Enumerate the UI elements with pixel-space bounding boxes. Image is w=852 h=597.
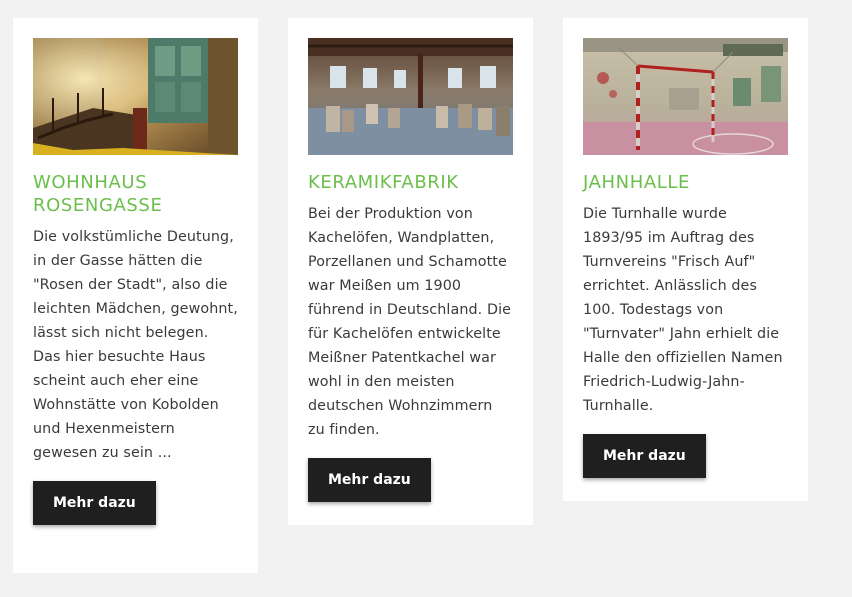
article-card: Keramikfabrik Bei der Produktion von Kac… [288, 18, 533, 525]
card-image[interactable] [308, 38, 513, 155]
card-description: Die volkstümliche Deutung, in der Gasse … [33, 229, 238, 461]
card-title: Keramikfabrik [308, 172, 459, 193]
card-title: Jahnhalle [583, 172, 690, 193]
more-button[interactable]: Mehr dazu [33, 481, 156, 525]
article-card: Jahnhalle Die Turnhalle wurde 1893/95 im… [563, 18, 808, 501]
card-title: Wohnhaus Rosengasse [33, 172, 163, 216]
card-image[interactable] [33, 38, 238, 155]
more-button[interactable]: Mehr dazu [308, 458, 431, 502]
factory-hall-photo [308, 38, 513, 155]
article-card: Wohnhaus Rosengasse Die volkstümliche De… [13, 18, 258, 573]
card-image[interactable] [583, 38, 788, 155]
card-description: Bei der Produktion von Kachelöfen, Wandp… [308, 206, 512, 438]
more-button[interactable]: Mehr dazu [583, 434, 706, 478]
stairwell-photo [33, 38, 238, 155]
gym-hall-photo [583, 38, 788, 155]
card-description: Die Turnhalle wurde 1893/95 im Auftrag d… [583, 206, 783, 414]
